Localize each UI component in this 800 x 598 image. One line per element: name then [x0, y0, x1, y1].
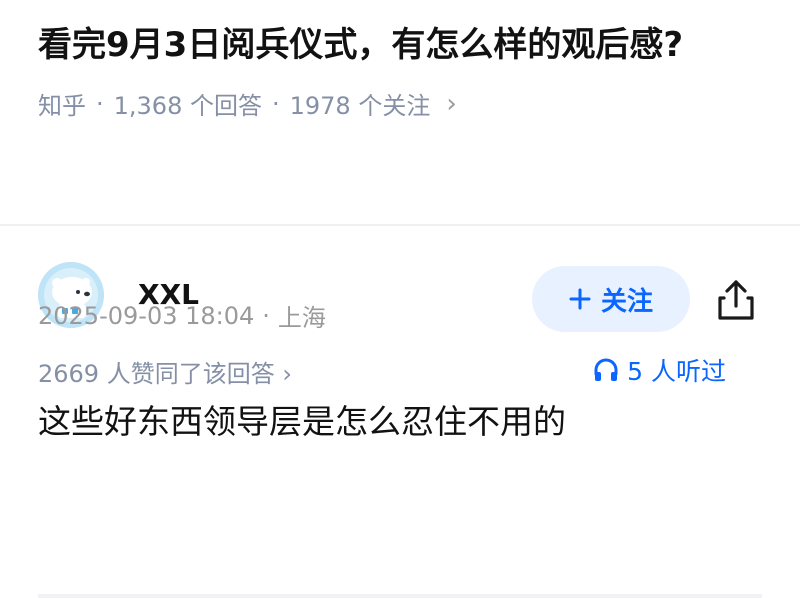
source-label: 知乎 [38, 92, 86, 120]
chevron-right-icon: › [282, 360, 292, 388]
answers-count: 1,368 个回答 [113, 92, 262, 120]
question-title[interactable]: 看完9月3日阅兵仪式，有怎么样的观后感? [38, 20, 762, 70]
plus-icon [569, 288, 591, 310]
likes-line[interactable]: 2669 人赞同了该回答 › [38, 354, 292, 389]
question-meta[interactable]: 知乎 · 1,368 个回答 · 1978 个关注 › [38, 86, 762, 121]
answer-card: XXL 关注 2669 人赞同了该回答 › 5 人听过 这些好东西领导层是怎么忍… [0, 226, 800, 598]
follow-button[interactable]: 关注 [532, 266, 690, 332]
share-button[interactable] [710, 274, 762, 326]
follow-label: 关注 [600, 286, 653, 317]
chevron-right-icon: › [446, 88, 457, 119]
meta-separator: · [96, 89, 104, 118]
headphones-icon [594, 358, 618, 381]
answer-location: 上海 [277, 304, 326, 332]
answer-meta: 2025-09-03 18:04 · 上海 [38, 298, 326, 333]
likes-text: 2669 人赞同了该回答 [38, 360, 275, 388]
answer-timestamp: 2025-09-03 18:04 [38, 301, 255, 330]
question-header: 看完9月3日阅兵仪式，有怎么样的观后感? 知乎 · 1,368 个回答 · 19… [0, 0, 800, 224]
meta-separator: · [271, 89, 280, 118]
meta-separator: · [262, 301, 270, 330]
listeners-text: 5 人听过 [627, 357, 726, 386]
listeners-button[interactable]: 5 人听过 [593, 352, 726, 388]
zhihu-answer-page: 看完9月3日阅兵仪式，有怎么样的观后感? 知乎 · 1,368 个回答 · 19… [0, 0, 800, 598]
bottom-divider [38, 594, 762, 598]
share-icon [718, 280, 754, 320]
stats-row: 2669 人赞同了该回答 › 5 人听过 [38, 346, 762, 396]
answer-content[interactable]: 这些好东西领导层是怎么忍住不用的 [38, 398, 762, 446]
followers-count: 1978 个关注 [289, 92, 431, 120]
